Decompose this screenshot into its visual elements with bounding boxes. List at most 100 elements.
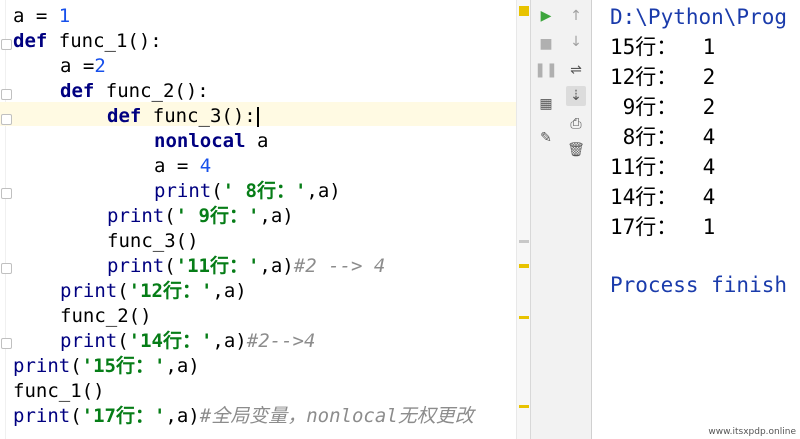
- down-arrow-icon[interactable]: ↓: [566, 32, 586, 52]
- code-line[interactable]: print('11行：',a)#2 --> 4: [107, 254, 385, 279]
- code-token: ,a): [259, 255, 294, 277]
- code-token: (: [117, 280, 129, 302]
- code-token: #全局变量，nonlocal无权更改: [199, 405, 474, 427]
- console-path: D:\Python\Prog: [610, 5, 788, 29]
- current-line-highlight: [0, 102, 530, 126]
- code-token: func_1():: [58, 30, 162, 52]
- code-line[interactable]: print('14行：',a)#2-->4: [60, 329, 315, 354]
- code-token: a: [256, 130, 269, 152]
- code-line[interactable]: print(' 9行：',a): [107, 204, 294, 229]
- code-editor[interactable]: a = 1 def func_1(): a =2 def func_2(): def f…: [0, 0, 530, 439]
- pin-icon[interactable]: ✎: [536, 128, 556, 148]
- code-token: #2-->4: [246, 330, 316, 352]
- code-token: 2: [94, 55, 106, 77]
- code-line[interactable]: print(' 8行：',a): [154, 179, 341, 204]
- gutter: [5, 0, 6, 439]
- console-output[interactable]: D:\Python\Prog 15行： 1 12行： 2 9行： 2 8行： 4 1…: [592, 0, 800, 439]
- layout-icon[interactable]: ▦: [536, 94, 556, 114]
- process-status: Process finish: [610, 273, 788, 297]
- code-token: #2 --> 4: [293, 255, 386, 277]
- code-line[interactable]: nonlocal a: [154, 129, 268, 154]
- code-token: 4: [199, 155, 212, 177]
- code-token: func_3(): [107, 230, 199, 252]
- fold-marker[interactable]: [1, 39, 12, 50]
- code-token: ,a): [212, 330, 247, 352]
- code-line[interactable]: func_2(): [60, 304, 152, 329]
- fold-marker[interactable]: [1, 263, 12, 274]
- code-token: '11行：': [175, 255, 260, 277]
- code-token: ,a): [306, 180, 341, 202]
- code-line[interactable]: print('17行：',a)#全局变量，nonlocal无权更改: [13, 404, 474, 429]
- soft-wrap-icon[interactable]: ⇌: [566, 60, 586, 80]
- code-token: (: [164, 255, 176, 277]
- code-token: (: [70, 355, 82, 377]
- run-icon[interactable]: ▶: [536, 6, 556, 26]
- warning-mark[interactable]: [519, 264, 529, 268]
- console-toolbar: ↑ ↓ ⇌ ⇣ ⎙ 🗑: [561, 0, 592, 439]
- pause-icon[interactable]: ❚❚: [534, 60, 557, 80]
- code-token: '15行：': [81, 355, 166, 377]
- fold-marker[interactable]: [1, 338, 12, 349]
- code-token: a =: [13, 5, 59, 27]
- info-mark[interactable]: [519, 240, 529, 243]
- fold-marker[interactable]: [1, 188, 12, 199]
- code-line[interactable]: print('12行：',a): [60, 279, 247, 304]
- code-token: func_2():: [105, 80, 209, 102]
- warning-mark[interactable]: [519, 6, 529, 16]
- code-token: print: [154, 180, 212, 202]
- code-token: def: [107, 105, 153, 127]
- code-token: print: [107, 205, 165, 227]
- up-arrow-icon[interactable]: ↑: [566, 6, 586, 26]
- trash-icon[interactable]: 🗑: [566, 140, 586, 160]
- code-token: ' 9行：': [175, 205, 260, 227]
- code-line[interactable]: a = 1: [13, 4, 70, 29]
- scroll-to-end-icon[interactable]: ⇣: [566, 86, 586, 106]
- code-token: ,a): [165, 405, 200, 427]
- code-token: def: [60, 80, 106, 102]
- code-token: ' 8行：': [222, 180, 307, 202]
- code-token: func_3():: [152, 105, 256, 127]
- warning-mark[interactable]: [519, 316, 529, 319]
- code-token: a =: [154, 155, 200, 177]
- code-token: ,a): [259, 205, 294, 227]
- code-token: '14行：': [128, 330, 213, 352]
- output-line: 14行： 4: [610, 185, 716, 209]
- code-line[interactable]: def func_3():: [107, 104, 259, 129]
- code-token: print: [60, 280, 118, 302]
- code-line[interactable]: print('15行：',a): [13, 354, 200, 379]
- run-toolbar: ▶ ■ ❚❚ ▦ ✎: [530, 0, 562, 439]
- code-token: a =: [60, 55, 95, 77]
- stop-icon[interactable]: ■: [536, 34, 556, 54]
- code-line[interactable]: def func_2():: [60, 79, 209, 104]
- code-token: print: [13, 355, 71, 377]
- fold-marker[interactable]: [1, 114, 12, 125]
- code-token: ,a): [212, 280, 247, 302]
- code-token: ,a): [165, 355, 200, 377]
- code-token: (: [164, 205, 176, 227]
- print-icon[interactable]: ⎙: [566, 114, 586, 134]
- fold-marker[interactable]: [1, 89, 12, 100]
- code-line[interactable]: func_3(): [107, 229, 199, 254]
- code-line[interactable]: def func_1():: [13, 29, 162, 54]
- code-token: print: [13, 405, 71, 427]
- output-line: 11行： 4: [610, 155, 716, 179]
- code-line[interactable]: func_1(): [13, 379, 105, 404]
- code-token: (: [70, 405, 82, 427]
- code-token: def: [13, 30, 59, 52]
- output-line: 17行： 1: [610, 215, 716, 239]
- code-line[interactable]: a =2: [60, 54, 106, 79]
- code-token: nonlocal: [154, 130, 257, 152]
- error-stripe[interactable]: [516, 0, 530, 439]
- code-token: '17行：': [81, 405, 166, 427]
- code-line[interactable]: a = 4: [154, 154, 211, 179]
- output-line: 8行： 4: [610, 125, 716, 149]
- watermark: www.itsxpdp.online: [708, 427, 796, 437]
- code-token: print: [107, 255, 165, 277]
- code-token: func_2(): [60, 305, 152, 327]
- code-token: (: [211, 180, 223, 202]
- warning-mark[interactable]: [519, 405, 529, 408]
- code-token: (: [117, 330, 129, 352]
- code-token: 1: [58, 5, 71, 27]
- text-caret: [256, 106, 259, 127]
- code-token: '12行：': [128, 280, 213, 302]
